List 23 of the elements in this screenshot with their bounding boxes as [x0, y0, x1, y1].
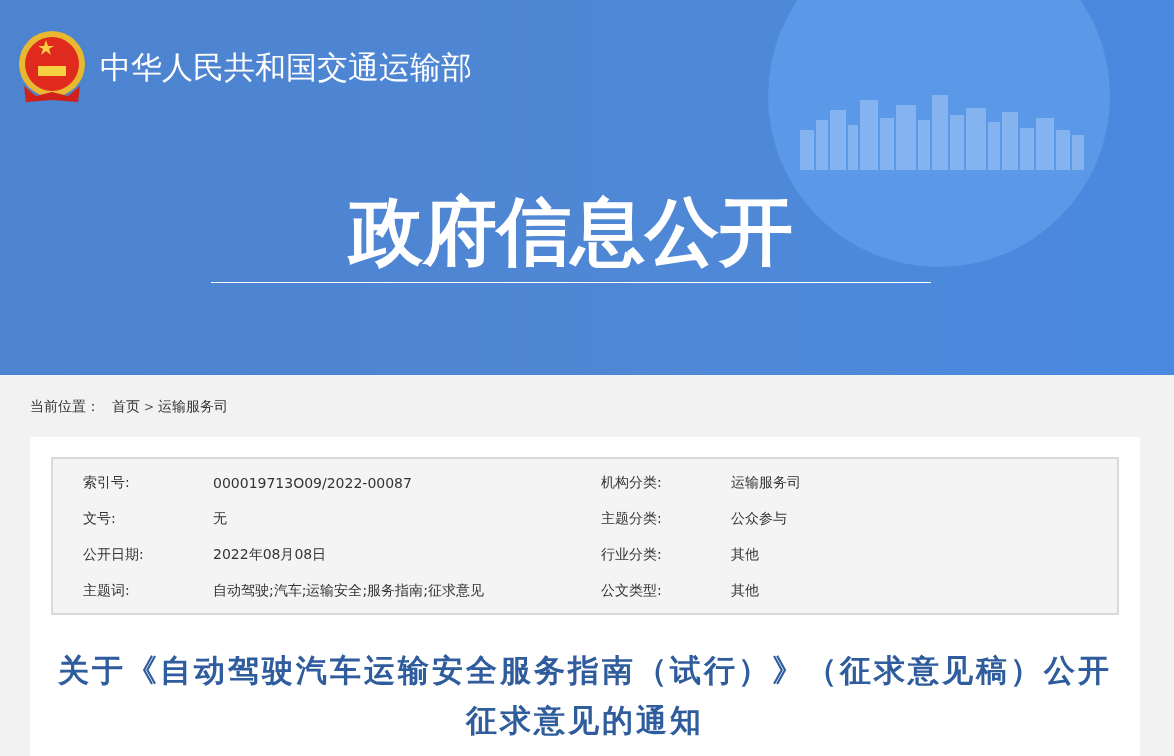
- breadcrumb-label: 当前位置：: [30, 398, 100, 416]
- field-value: 其他: [731, 546, 760, 564]
- article-title: 关于《自动驾驶汽车运输安全服务指南（试行）》（征求意见稿）公开征求意见的通知: [57, 651, 1113, 740]
- field-label: 行业分类:: [601, 546, 663, 564]
- field-label: 文号:: [83, 510, 117, 528]
- breadcrumb-link[interactable]: 首页: [112, 398, 140, 416]
- field-value: 000019713O09/2022-00087: [213, 475, 413, 491]
- banner-title: 政府信息公开: [349, 187, 793, 276]
- field-value: 自动驾驶;汽车;运输安全;服务指南;征求意见: [213, 582, 485, 600]
- field-label: 公开日期:: [83, 546, 145, 564]
- field-label: 公文类型:: [601, 582, 663, 600]
- field-value: 其他: [731, 582, 760, 600]
- ministry-name: 中华人民共和国交通运输部: [100, 48, 472, 87]
- breadcrumb-separator: >: [144, 400, 155, 414]
- field-value: 公众参与: [731, 510, 788, 528]
- field-label: 主题词:: [83, 582, 131, 600]
- field-label: 索引号:: [83, 474, 131, 492]
- field-value: 2022年08月08日: [213, 546, 328, 564]
- breadcrumb-link[interactable]: 运输服务司: [158, 398, 229, 416]
- field-label: 机构分类:: [601, 474, 663, 492]
- field-value: 无: [213, 510, 228, 528]
- field-value: 运输服务司: [731, 474, 802, 492]
- field-label: 主题分类:: [601, 510, 663, 528]
